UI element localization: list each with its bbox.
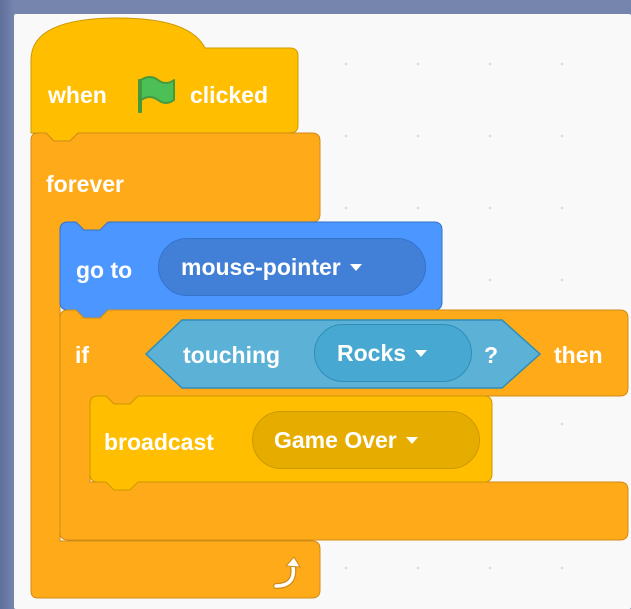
broadcast-label: broadcast [104,429,214,455]
chevron-down-icon [405,436,418,444]
chevron-down-icon [415,349,428,357]
touching-object-dropdown[interactable]: Rocks [314,324,472,382]
hat-when-label: when [48,82,107,108]
touching-label: touching [183,342,281,368]
hat-clicked-label: clicked [190,82,268,108]
when-flag-clicked-block[interactable] [30,17,299,142]
go-to-target-dropdown[interactable]: mouse-pointer [158,238,426,296]
question-mark-label: ? [484,342,499,368]
touching-object-value: Rocks [337,339,407,366]
then-label: then [554,342,603,368]
go-to-label: go to [76,257,133,283]
chevron-down-icon [349,263,362,271]
broadcast-message-value: Game Over [274,426,397,453]
broadcast-message-dropdown[interactable]: Game Over [252,411,480,469]
go-to-target-value: mouse-pointer [181,253,341,280]
forever-label: forever [46,171,124,197]
if-label: if [75,342,90,368]
